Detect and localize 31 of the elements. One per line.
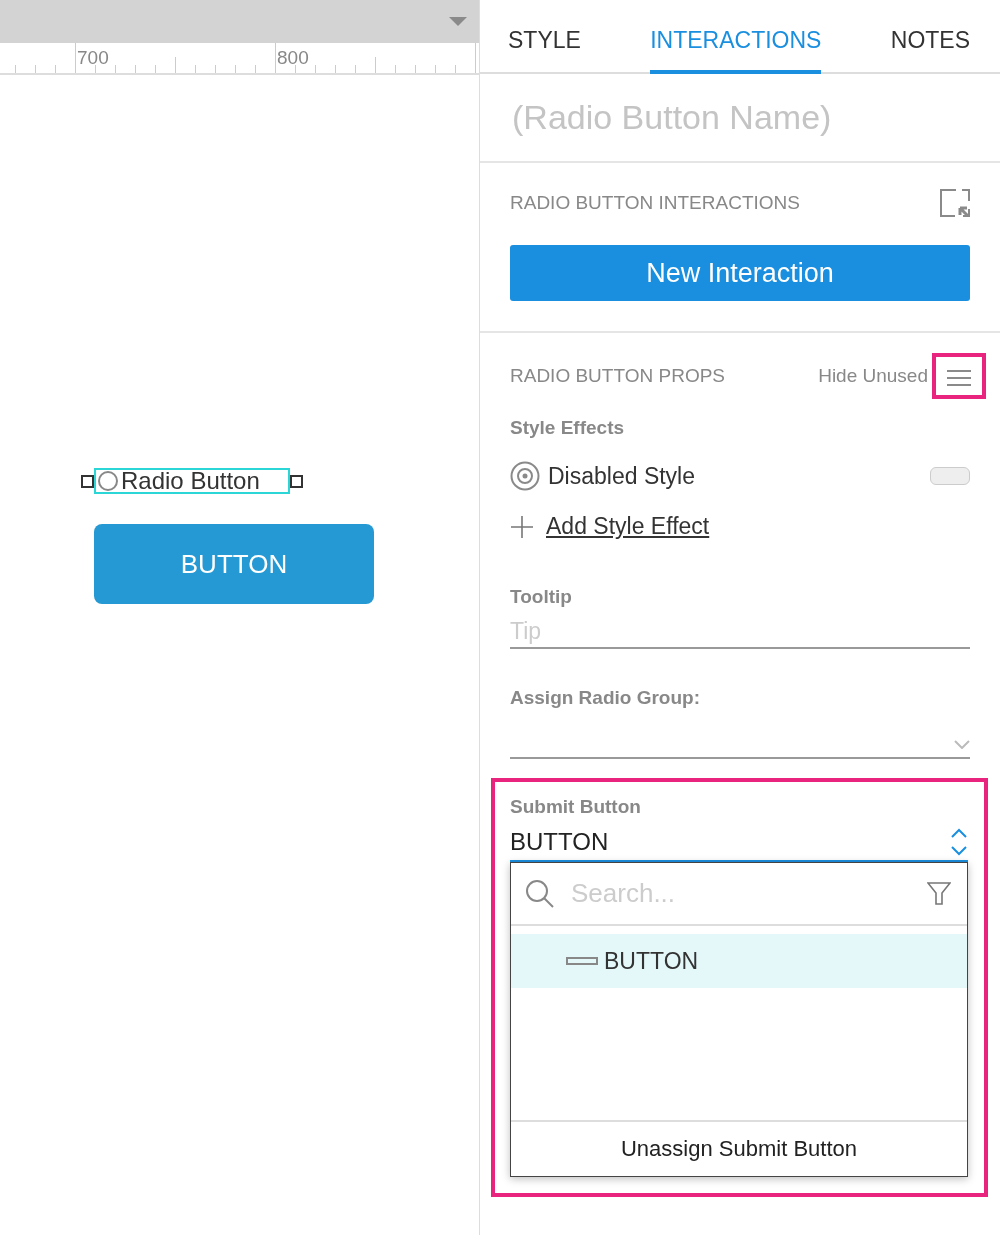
resize-handle[interactable]	[81, 474, 94, 488]
field-label: Assign Radio Group:	[510, 687, 701, 709]
style-effect-label: Disabled Style	[548, 462, 697, 490]
field-label: Tooltip	[510, 586, 573, 608]
dropdown-item[interactable]: BUTTON	[511, 934, 967, 988]
ruler-label: 700	[77, 47, 109, 69]
add-style-effect-link[interactable]: Add Style Effect	[546, 513, 710, 540]
search-icon	[525, 878, 555, 909]
radio-button-widget[interactable]: Radio Button	[94, 468, 290, 494]
submit-button-select[interactable]: BUTTON	[510, 828, 968, 862]
up-down-chevron-icon	[950, 828, 968, 856]
dropdown-caret-icon[interactable]	[449, 16, 467, 27]
panel-tab[interactable]: STYLE	[508, 0, 581, 74]
resize-handle[interactable]	[290, 474, 303, 488]
panel-tab[interactable]: NOTES	[890, 0, 970, 74]
button-widget-icon	[566, 957, 598, 965]
chevron-down-icon	[954, 740, 970, 749]
radio-label: Radio Button	[121, 467, 260, 495]
field-label: Submit Button	[510, 796, 642, 818]
plus-icon	[510, 514, 534, 539]
unassign-button[interactable]: Unassign Submit Button	[511, 1122, 967, 1176]
field-label: Style Effects	[510, 417, 626, 439]
pop-out-icon[interactable]	[940, 189, 970, 217]
hide-unused-label: Hide Unused	[818, 365, 928, 387]
section-heading: RADIO BUTTON INTERACTIONS	[510, 192, 801, 214]
target-icon	[510, 461, 540, 491]
toggle-switch[interactable]	[930, 467, 970, 485]
menu-icon[interactable]	[946, 369, 972, 387]
section-heading: RADIO BUTTON PROPS	[510, 365, 726, 387]
ruler-label: 800	[277, 47, 309, 69]
filter-icon[interactable]	[927, 881, 951, 906]
